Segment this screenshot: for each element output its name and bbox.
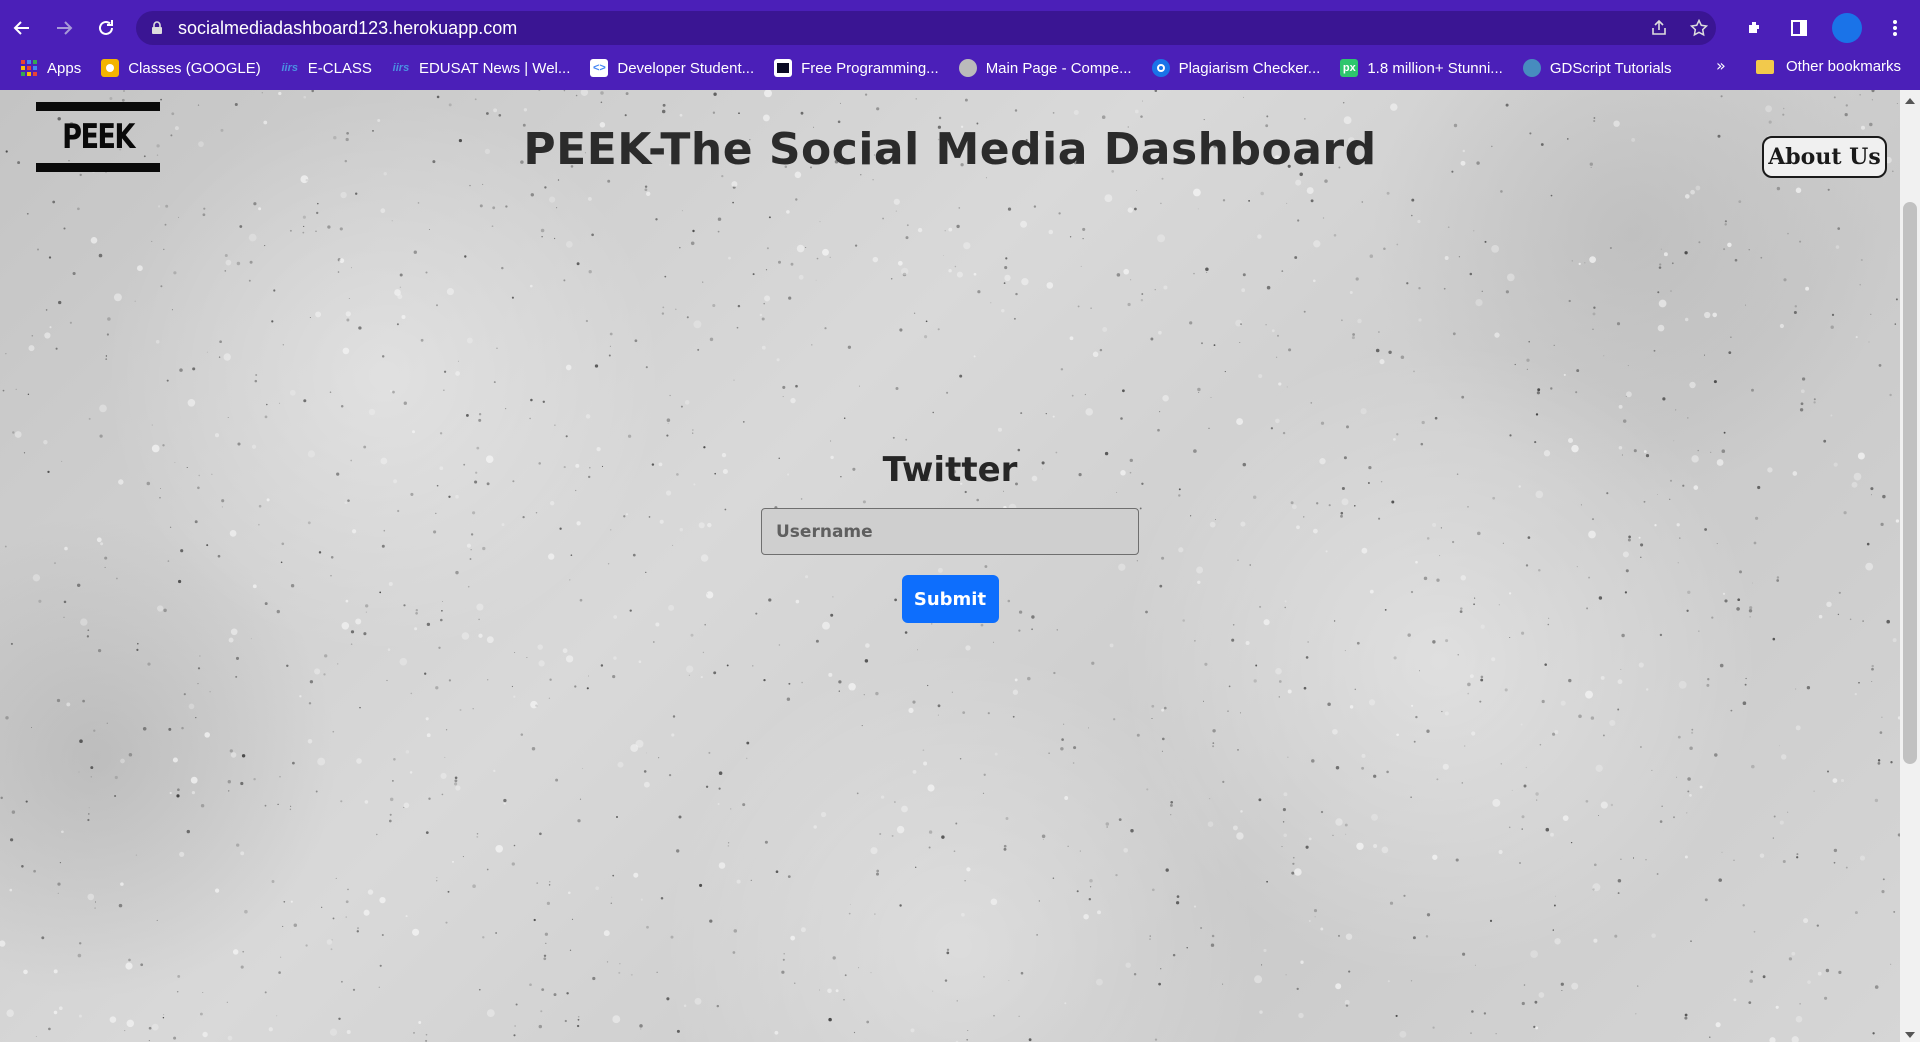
reload-icon[interactable] [86, 8, 126, 48]
lock-icon [152, 21, 162, 34]
page-title: PEEK-The Social Media Dashboard [523, 124, 1377, 175]
scrollbar[interactable] [1900, 90, 1920, 1042]
bookmark-pixabay[interactable]: px 1.8 million+ Stunni... [1340, 59, 1503, 77]
scroll-up-arrow[interactable] [1905, 98, 1915, 104]
forward-icon[interactable] [44, 8, 84, 48]
other-bookmarks-folder[interactable]: Other bookmarks [1756, 58, 1901, 75]
bookmark-label: EDUSAT News | Wel... [418, 59, 571, 77]
logo-bar-top [36, 102, 160, 111]
bookmark-edusat[interactable]: iirs EDUSAT News | Wel... [392, 59, 571, 77]
bookmark-label: Apps [47, 59, 82, 77]
bookmarks-bar: Apps Classes (GOOGLE) iirs E-CLASS iirs … [0, 52, 1920, 84]
bookmark-label: Main Page - Compe... [985, 59, 1132, 77]
bookmark-apps[interactable]: Apps [20, 59, 81, 77]
side-panel-icon[interactable] [1788, 17, 1810, 39]
bookmark-fcc[interactable]: Free Programming... [774, 59, 939, 77]
toolbar-actions [1744, 6, 1906, 50]
share-icon[interactable] [1648, 17, 1670, 39]
dsc-icon: <> [590, 59, 609, 77]
menu-dots-icon[interactable] [1884, 17, 1906, 39]
bookmark-label: Plagiarism Checker... [1178, 59, 1321, 77]
bookmark-label: E-CLASS [307, 59, 372, 77]
bookmark-eclass[interactable]: iirs E-CLASS [281, 59, 372, 77]
folder-icon [1756, 59, 1774, 74]
scrollbar-thumb[interactable] [1903, 202, 1917, 764]
twitter-form: Twitter Submit [0, 450, 1900, 623]
browser-toolbar: socialmediadashboard123.herokuapp.com [0, 6, 1920, 50]
other-bookmarks-label: Other bookmarks [1786, 58, 1902, 75]
scroll-down-arrow[interactable] [1905, 1032, 1915, 1038]
browser-chrome: socialmediadashboard123.herokuapp.com Ap… [0, 0, 1920, 90]
google-classroom-icon [101, 59, 120, 77]
iirs-icon: iirs [392, 62, 410, 74]
bookmark-label: Free Programming... [801, 59, 939, 77]
bookmark-wiki[interactable]: Main Page - Compe... [958, 59, 1132, 77]
bookmark-gdscript[interactable]: GDScript Tutorials [1522, 59, 1672, 77]
iirs-icon: iirs [281, 62, 298, 74]
bookmark-classes[interactable]: Classes (GOOGLE) [101, 59, 261, 77]
back-icon[interactable] [2, 8, 42, 48]
bookmark-dsc[interactable]: <> Developer Student... [590, 59, 754, 77]
bookmark-label: GDScript Tutorials [1549, 59, 1672, 77]
form-heading: Twitter [882, 450, 1018, 490]
username-input[interactable] [761, 508, 1139, 555]
url-text: socialmediadashboard123.herokuapp.com [178, 17, 518, 38]
gdscript-icon [1522, 59, 1541, 77]
page-viewport: PEEK PEEK-The Social Media Dashboard Abo… [0, 90, 1920, 1042]
bookmark-label: Classes (GOOGLE) [128, 59, 261, 77]
apps-grid-icon [20, 59, 38, 77]
address-bar[interactable]: socialmediadashboard123.herokuapp.com [136, 11, 1716, 45]
submit-button[interactable]: Submit [901, 575, 999, 623]
plagiarism-icon [1151, 59, 1170, 77]
about-us-button[interactable]: About Us [1762, 136, 1887, 178]
profile-avatar[interactable] [1832, 13, 1862, 43]
bookmark-label: 1.8 million+ Stunni... [1367, 59, 1503, 77]
extensions-icon[interactable] [1744, 17, 1766, 39]
pixabay-icon: px [1340, 59, 1359, 77]
bookmark-plagiarism[interactable]: Plagiarism Checker... [1151, 59, 1321, 77]
fcc-icon [774, 59, 793, 77]
bookmark-label: Developer Student... [617, 59, 755, 77]
bookmarks-overflow-button[interactable]: » [1716, 56, 1726, 75]
wiki-icon [958, 59, 977, 77]
bookmark-star-icon[interactable] [1688, 17, 1710, 39]
